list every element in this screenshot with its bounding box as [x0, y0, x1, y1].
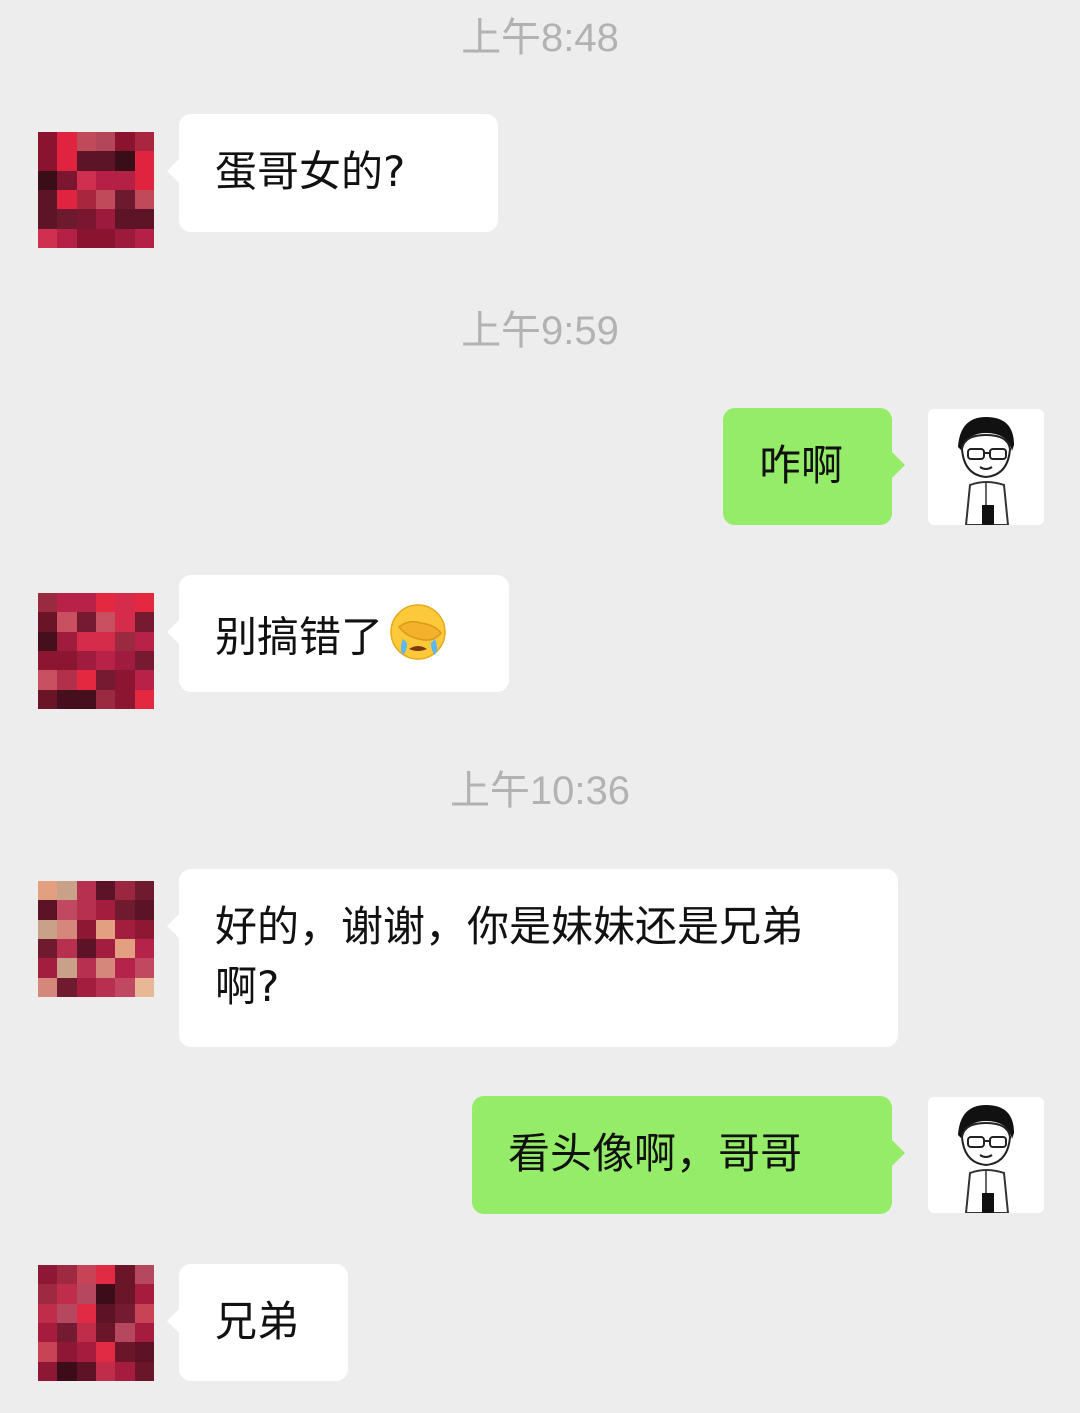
- timestamp: 上午9:59: [461, 309, 619, 353]
- message-text: 看头像啊，哥哥: [508, 1129, 803, 1178]
- message-text: 蛋哥女的?: [215, 147, 406, 196]
- message-bubble-outgoing[interactable]: 看头像啊，哥哥: [472, 1096, 905, 1214]
- message-bubble-incoming[interactable]: 兄弟: [167, 1264, 348, 1381]
- message-bubble-incoming[interactable]: 好的，谢谢，你是妹妹还是兄弟啊?: [167, 869, 898, 1047]
- message-text: 别搞错了: [215, 612, 384, 662]
- contact-avatar[interactable]: [38, 881, 154, 997]
- message-bubble-incoming[interactable]: 别搞错了: [167, 575, 509, 692]
- message-bubble-outgoing[interactable]: 咋啊: [723, 408, 905, 525]
- cartoon-man-with-glasses-avatar-icon: [958, 417, 1014, 525]
- contact-avatar[interactable]: [38, 132, 154, 248]
- self-avatar[interactable]: [928, 1097, 1044, 1213]
- self-avatar[interactable]: [928, 409, 1044, 525]
- timestamp: 上午10:36: [449, 769, 631, 813]
- message-text: 好的，谢谢，你是妹妹还是兄弟啊?: [215, 902, 804, 1011]
- message-text: 兄弟: [215, 1297, 300, 1346]
- face-palm-crying-emoji-icon: [389, 603, 447, 677]
- contact-avatar[interactable]: [38, 1265, 154, 1381]
- timestamp: 上午8:48: [461, 16, 619, 60]
- message-bubble-incoming[interactable]: 蛋哥女的?: [167, 114, 498, 232]
- message-text: 咋啊: [759, 441, 844, 490]
- contact-avatar[interactable]: [38, 593, 154, 709]
- cartoon-man-with-glasses-avatar-icon: [958, 1105, 1014, 1213]
